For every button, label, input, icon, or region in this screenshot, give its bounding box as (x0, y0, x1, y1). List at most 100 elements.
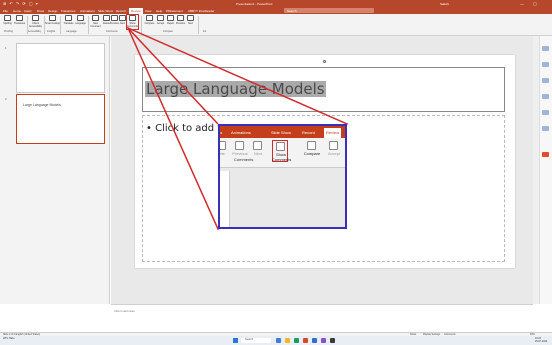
delete-icon (220, 141, 226, 150)
ribbon: Spelling Thesaurus Check Accessibility S… (0, 14, 552, 36)
spelling-icon (4, 15, 11, 21)
button-label: Check Accessibility (28, 22, 43, 28)
button-label: Next (188, 22, 193, 25)
tab-slide-show[interactable]: Slide Show (98, 9, 113, 13)
doc-icon[interactable] (542, 126, 549, 131)
compare-icon (146, 15, 153, 21)
slide-thumbnail[interactable]: 2 Large Language Models (5, 94, 105, 144)
taskbar-search[interactable]: Search (241, 337, 271, 343)
menu-bar: File Home Insert Draw Design Transitions… (0, 7, 552, 14)
zoomed-group-comments: Comments (234, 157, 254, 162)
taskbar-search-placeholder: Search (245, 338, 254, 342)
quick-access-toolbar[interactable]: ⊞ ↶ ↷ ⟳ ▢ ▾ (3, 1, 39, 6)
tab-insert[interactable]: Insert (24, 9, 32, 13)
zoomed-tab-review[interactable]: Review (324, 128, 342, 138)
button-label: Previous (232, 151, 248, 156)
button-label: Smart Lookup (45, 22, 60, 25)
button-label: Show Comments (126, 22, 139, 28)
tab-design[interactable]: Design (48, 9, 57, 13)
idea-icon[interactable] (542, 62, 549, 67)
group-proofing: Proofing (4, 30, 13, 33)
next-icon (119, 15, 126, 21)
user-name[interactable]: Sakshi (440, 2, 449, 6)
zoomed-compare-button[interactable]: Compare (304, 140, 320, 162)
app-icon[interactable] (542, 152, 549, 157)
next-change-button[interactable]: Next (185, 15, 196, 29)
rotate-handle-icon[interactable] (323, 60, 326, 63)
slide-thumbnails-pane: 1 2 Large Language Models (0, 36, 110, 304)
windows-start-icon[interactable] (233, 337, 238, 343)
tab-pdfelement[interactable]: PDFelement (166, 9, 183, 13)
show-comments-icon (276, 142, 285, 151)
translate-icon (65, 15, 72, 21)
compare-icon (307, 141, 316, 150)
zoom-inset: ns Animations Slide Show Record Review e… (218, 124, 347, 229)
app-icon[interactable] (312, 338, 317, 343)
zoomed-accept-button[interactable]: Accept (326, 140, 342, 162)
zoomed-show-comments-button[interactable]: Show Comments (272, 140, 291, 162)
group-compare: Compare (163, 30, 173, 33)
previous-icon (177, 15, 184, 21)
tab-help[interactable]: Help (156, 9, 162, 13)
language-icon (77, 15, 84, 21)
window-title: Presentation1 - PowerPoint (236, 1, 273, 6)
translate-button[interactable]: Translate (63, 15, 74, 29)
tab-file[interactable]: File (3, 9, 8, 13)
show-comments-button[interactable]: Show Comments (126, 14, 139, 30)
notes-pane[interactable]: Click to add notes (111, 304, 533, 332)
ribbon-divider (198, 16, 199, 34)
next-icon (253, 141, 262, 150)
folder-icon[interactable] (285, 338, 290, 343)
browser-icon[interactable] (294, 338, 299, 343)
powerpoint-icon[interactable] (303, 338, 308, 343)
smart-lookup-button[interactable]: Smart Lookup (45, 15, 60, 29)
taskbar: 28°C Haze Search 16:24 29-07-2023 (0, 336, 552, 345)
title-placeholder[interactable]: Large Language Models (142, 60, 505, 112)
zoomed-ribbon: ete Previous Next Show Comments Compare … (219, 138, 345, 168)
spelling-button[interactable]: Spelling (2, 15, 13, 29)
zoomed-tab-record[interactable]: Record (302, 130, 315, 135)
accessibility-icon (32, 15, 39, 21)
accept-icon (329, 141, 338, 150)
slide-title[interactable]: Large Language Models (145, 81, 326, 97)
side-pane (539, 36, 552, 304)
group-accessibility: Accessibility (28, 30, 42, 33)
designer-icon[interactable] (542, 46, 549, 51)
doc-icon[interactable] (542, 110, 549, 115)
previous-icon (235, 141, 244, 150)
weather-widget[interactable]: 28°C Haze (3, 337, 15, 340)
tab-home[interactable]: Home (13, 9, 21, 13)
doc-icon[interactable] (542, 78, 549, 83)
app-icon[interactable] (276, 338, 281, 343)
doc-icon[interactable] (542, 94, 549, 99)
thesaurus-button[interactable]: Thesaurus (14, 15, 25, 29)
button-label: ete (219, 151, 225, 156)
tab-draw[interactable]: Draw (37, 9, 44, 13)
system-clock[interactable]: 16:24 29-07-2023 (535, 337, 547, 343)
show-comments-icon (129, 15, 136, 21)
group-comments: Comments (106, 30, 118, 33)
zoomed-tab-slide-show[interactable]: Slide Show (271, 130, 291, 135)
zoomed-tab-animations[interactable]: Animations (231, 130, 251, 135)
group-insights: Insights (47, 30, 56, 33)
search-box[interactable]: Search (284, 8, 374, 13)
zoomed-menu-bar: ns Animations Slide Show Record Review (220, 126, 345, 138)
tab-animations[interactable]: Animations (80, 9, 95, 13)
button-label: Thesaurus (13, 22, 26, 25)
tab-view[interactable]: View (145, 9, 151, 13)
tab-record[interactable]: Record (116, 9, 126, 13)
button-label: Language (75, 22, 86, 25)
zoomed-tab-transitions[interactable]: ns (220, 130, 222, 135)
check-accessibility-button[interactable]: Check Accessibility (28, 15, 43, 29)
next-icon (187, 15, 194, 21)
language-button[interactable]: Language (75, 15, 86, 29)
new-comment-icon (92, 15, 99, 21)
app-icon[interactable] (321, 338, 326, 343)
app-icon[interactable] (330, 338, 335, 343)
tab-abbyy[interactable]: ABBYY FineReader (188, 9, 214, 13)
zoomed-delete-button[interactable]: ete (219, 140, 230, 162)
tab-transitions[interactable]: Transitions (61, 9, 76, 13)
slide-thumbnail[interactable]: 1 (5, 43, 105, 93)
new-comment-button[interactable]: New Comment (90, 15, 101, 29)
compare-button[interactable]: Compare (144, 15, 155, 29)
